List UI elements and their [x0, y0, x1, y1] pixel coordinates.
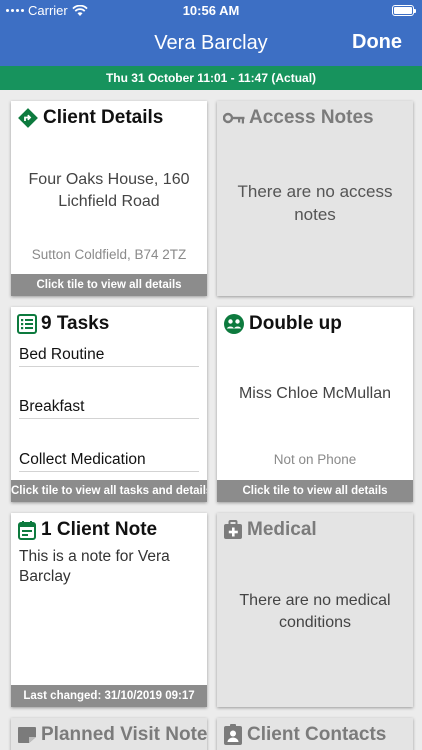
tile-title: Client Contacts — [247, 724, 387, 745]
tile-header: Planned Visit Note — [17, 724, 207, 746]
directions-icon — [18, 108, 38, 128]
note-icon — [18, 727, 36, 743]
task-item: Bed Routine — [19, 346, 199, 367]
access-notes-tile[interactable]: Access Notes There are no access notes — [217, 101, 413, 296]
tile-footer: Click tile to view all details — [217, 480, 413, 502]
tile-title: Client Details — [43, 107, 164, 128]
team-icon — [224, 314, 244, 334]
client-note-tile[interactable]: 1 Client Note This is a note for Vera Ba… — [11, 513, 207, 707]
calendar-icon — [18, 521, 36, 540]
tile-title: Double up — [249, 313, 342, 334]
tile-header: Medical — [223, 519, 317, 541]
clock: 10:56 AM — [182, 3, 240, 18]
planned-visit-note-tile[interactable]: Planned Visit Note — [11, 718, 207, 750]
tile-title: 1 Client Note — [41, 519, 158, 540]
task-item: Collect Medication — [19, 451, 199, 472]
navigation-bar: Vera Barclay Done — [0, 22, 422, 66]
medical-kit-icon — [224, 520, 242, 539]
tile-header: Client Contacts — [223, 724, 386, 746]
tile-footer: Click tile to view all tasks and details — [11, 480, 207, 502]
client-note-text: This is a note for Vera Barclay — [19, 548, 170, 586]
tile-header: 9 Tasks — [17, 313, 109, 335]
tile-header: Access Notes — [223, 107, 374, 129]
task-item: Breakfast — [19, 398, 199, 419]
done-button[interactable]: Done — [352, 31, 402, 54]
status-bar: Carrier 10:56 AM — [0, 0, 422, 22]
tile-title: Medical — [247, 519, 317, 540]
key-icon — [223, 112, 245, 124]
tasks-tile[interactable]: 9 Tasks Bed Routine Breakfast Collect Me… — [11, 307, 207, 502]
tile-header: Double up — [223, 313, 342, 335]
client-details-tile[interactable]: Client Details Four Oaks House, 160 Lich… — [11, 101, 207, 296]
tile-header: Client Details — [17, 107, 163, 129]
medical-tile[interactable]: Medical There are no medical conditions — [217, 513, 413, 707]
phone-status: Not on Phone — [273, 452, 357, 467]
tile-header: 1 Client Note — [17, 519, 157, 541]
client-address: Four Oaks House, 160 Lichfield Road — [28, 171, 190, 210]
tile-footer: Last changed: 31/10/2019 09:17 — [11, 685, 207, 707]
medical-message: There are no medical conditions — [239, 592, 391, 631]
double-up-carer-name: Miss Chloe McMullan — [238, 385, 392, 402]
battery-icon — [392, 5, 416, 16]
double-up-tile[interactable]: Double up Miss Chloe McMullan Not on Pho… — [217, 307, 413, 502]
tile-title: 9 Tasks — [41, 313, 110, 334]
visit-time-banner: Thu 31 October 11:01 - 11:47 (Actual) — [0, 66, 422, 90]
client-contacts-tile[interactable]: Client Contacts — [217, 718, 413, 750]
contact-card-icon — [224, 724, 242, 745]
access-notes-message: There are no access notes — [237, 182, 393, 224]
tile-title: Access Notes — [249, 107, 374, 128]
tile-footer: Click tile to view all details — [11, 274, 207, 296]
tile-title: Planned Visit Note — [41, 724, 207, 745]
client-postcode: Sutton Coldfield, B74 2TZ — [31, 247, 187, 262]
list-icon — [17, 314, 37, 334]
